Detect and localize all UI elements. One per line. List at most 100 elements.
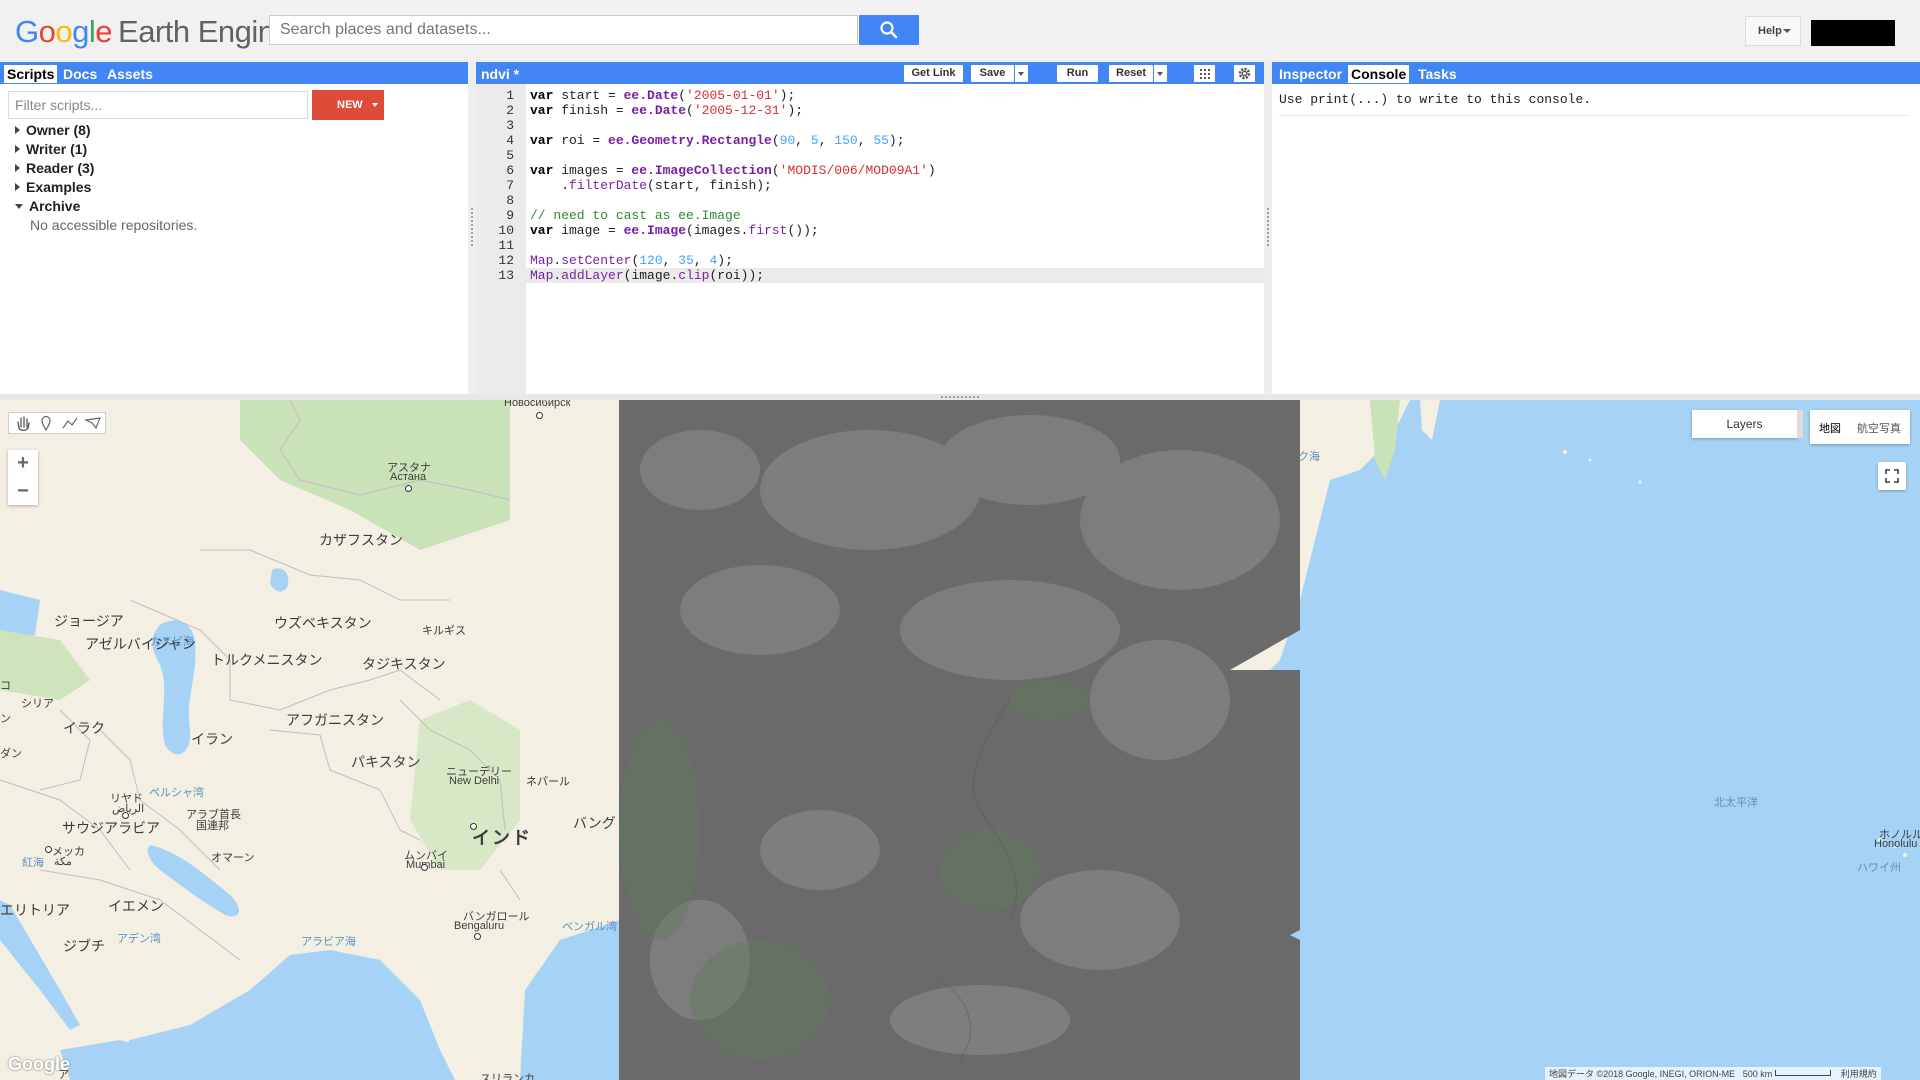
console-message: Use print(...) to write to this console. <box>1279 92 1592 107</box>
search-icon <box>880 21 898 39</box>
code-line: 10 var image = ee.Image(images.first()); <box>498 223 819 238</box>
chevron-down-icon <box>372 103 378 107</box>
point-tool-button[interactable] <box>35 414 57 432</box>
map-label: トルクメニスタン <box>211 652 323 668</box>
map-label: ペルシャ湾 <box>149 787 204 799</box>
map-label: スリランカ <box>480 1073 535 1080</box>
map-label: コ <box>0 680 11 692</box>
map-label: バング <box>573 815 616 831</box>
map-label: サウジアラビア <box>62 820 160 836</box>
right-splitter[interactable] <box>1264 62 1272 394</box>
earth-engine-logo[interactable]: Google Earth Engine <box>15 12 292 52</box>
console-panel-header: Inspector Console Tasks <box>1272 62 1920 84</box>
help-button[interactable]: Help <box>1745 16 1801 46</box>
save-dropdown-button[interactable] <box>1015 65 1028 82</box>
map-label: 紅海 <box>22 857 44 869</box>
city-marker <box>45 846 52 853</box>
get-link-button[interactable]: Get Link <box>904 65 963 82</box>
grid-icon <box>1200 69 1210 79</box>
run-button[interactable]: Run <box>1057 65 1098 82</box>
map-label: ベンガル湾 <box>562 921 617 933</box>
account-button[interactable] <box>1811 20 1895 46</box>
reset-button[interactable]: Reset <box>1109 65 1153 82</box>
city-marker <box>421 864 428 871</box>
map-type-satellite-button[interactable]: 航空写真 <box>1857 420 1901 436</box>
tree-item-writer[interactable]: Writer (1) <box>15 141 87 157</box>
tab-assets[interactable]: Assets <box>107 65 153 83</box>
layers-button[interactable]: Layers <box>1692 410 1797 438</box>
code-line: 1 var start = ee.Date('2005-01-01'); <box>506 88 796 103</box>
new-button[interactable]: NEW <box>312 90 384 120</box>
expand-arrow-icon <box>15 164 20 172</box>
scripts-panel: Filter scripts... NEW Owner (8) Writer (… <box>0 84 468 394</box>
tab-tasks[interactable]: Tasks <box>1418 65 1457 83</box>
expand-arrow-icon <box>15 183 20 191</box>
tab-inspector[interactable]: Inspector <box>1279 65 1342 83</box>
search-button[interactable] <box>859 15 919 45</box>
archive-empty-note: No accessible repositories. <box>30 217 198 233</box>
editor-header: ndvi * Get Link Save Run Reset <box>476 62 1264 84</box>
map-label: مكة <box>54 856 72 868</box>
polygon-icon <box>84 417 101 430</box>
chevron-down-icon <box>1783 29 1791 33</box>
code-line: 9// need to cast as ee.Image <box>506 208 741 223</box>
map-label: アラビア海 <box>301 936 356 948</box>
tree-item-archive[interactable]: Archive <box>15 198 80 214</box>
map-label: カザフスタン <box>319 532 403 548</box>
map-label: ハワイ州 <box>1857 862 1901 874</box>
tab-docs[interactable]: Docs <box>63 65 97 83</box>
pan-tool-button[interactable] <box>12 414 34 432</box>
code-line: 2 var finish = ee.Date('2005-12-31'); <box>506 103 804 118</box>
map-label: シリア <box>21 698 54 710</box>
expand-arrow-icon <box>15 145 20 153</box>
map-label: ク海 <box>1298 451 1320 463</box>
map-view[interactable]: Новосибирск アスタナ Астана カザフスタン ジョージア カスピ… <box>0 400 1920 1080</box>
apps-button[interactable] <box>1194 65 1215 82</box>
code-line: 3 <box>506 118 514 133</box>
layers-scrollbar[interactable] <box>1797 410 1803 438</box>
polygon-tool-button[interactable] <box>82 414 104 432</box>
tree-item-owner[interactable]: Owner (8) <box>15 122 91 138</box>
tab-console[interactable]: Console <box>1348 65 1410 83</box>
map-label: エリトリア <box>0 902 70 918</box>
map-label: Bengaluru <box>454 920 505 932</box>
save-button[interactable]: Save <box>971 65 1014 82</box>
map-label: キルギス <box>422 625 466 637</box>
marker-icon <box>41 415 51 432</box>
map-label: New Delhi <box>449 775 500 787</box>
zoom-out-button[interactable]: − <box>8 478 38 505</box>
terms-link[interactable]: 利用規約 <box>1841 1069 1877 1079</box>
tree-item-examples[interactable]: Examples <box>15 179 91 195</box>
collapse-arrow-icon <box>15 204 23 209</box>
fullscreen-button[interactable] <box>1878 462 1906 490</box>
map-label: アフガニスタン <box>286 712 384 728</box>
map-label: 国連邦 <box>196 820 229 832</box>
map-label: ダン <box>0 748 22 760</box>
filter-scripts-input[interactable]: Filter scripts... <box>8 91 308 119</box>
search-input[interactable] <box>269 15 858 45</box>
map-label: インド <box>472 828 532 848</box>
reset-dropdown-button[interactable] <box>1154 65 1167 82</box>
settings-button[interactable] <box>1234 65 1255 82</box>
tree-item-reader[interactable]: Reader (3) <box>15 160 94 176</box>
gear-icon <box>1238 67 1251 80</box>
scale-label: 500 km <box>1742 1069 1773 1079</box>
map-label: イラク <box>63 720 105 736</box>
city-marker <box>405 485 412 492</box>
map-label: Honolulu <box>1874 838 1918 850</box>
map-label: ジョージア <box>54 613 124 629</box>
code-editor[interactable]: 1 var start = ee.Date('2005-01-01'); 2 var… <box>476 84 1264 394</box>
tab-scripts[interactable]: Scripts <box>4 65 58 83</box>
fullscreen-icon <box>1885 469 1899 483</box>
zoom-in-button[interactable]: + <box>8 450 38 477</box>
scale-bar <box>1774 1070 1831 1076</box>
left-splitter[interactable] <box>468 62 476 394</box>
script-name: ndvi * <box>481 66 520 82</box>
drawing-toolbar <box>8 412 106 434</box>
line-tool-button[interactable] <box>59 414 81 432</box>
map-label: Новосибирск <box>504 400 571 409</box>
map-label: パキスタン <box>351 754 421 770</box>
map-label: Астана <box>390 471 427 483</box>
map-type-map-button[interactable]: 地図 <box>1819 420 1841 436</box>
map-label: アデン湾 <box>117 933 161 945</box>
